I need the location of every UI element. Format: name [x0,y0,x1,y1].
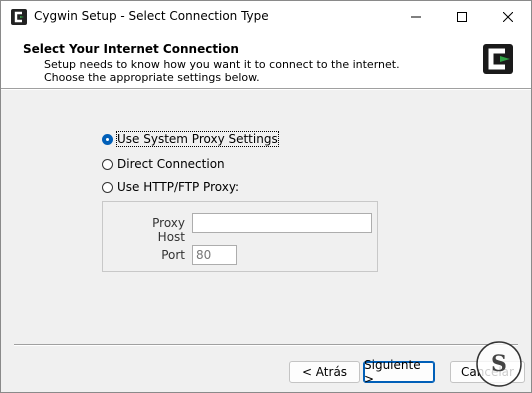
proxy-port-label: Port [161,248,185,262]
radio-system-proxy[interactable]: Use System Proxy Settings [102,131,279,147]
radio-unselected-icon [102,181,113,193]
radio-unselected-icon [102,158,113,170]
proxy-host-label: Proxy Host [152,216,185,244]
proxy-port-input[interactable]: 80 [192,245,237,265]
title-bar: Cygwin Setup - Select Connection Type [1,1,531,33]
close-button[interactable] [485,1,531,33]
window-title: Cygwin Setup - Select Connection Type [34,9,269,23]
cygwin-app-icon [11,9,27,25]
maximize-icon [457,12,467,22]
minimize-icon [411,16,421,18]
site-logo-watermark: S [476,341,522,387]
minimize-button[interactable] [393,1,439,33]
header-description: Setup needs to know how you want it to c… [44,58,400,84]
footer-separator [14,344,518,346]
header-title: Select Your Internet Connection [23,42,239,56]
radio-direct-connection-label: Direct Connection [117,157,225,171]
radio-direct-connection[interactable]: Direct Connection [102,156,225,172]
close-icon [503,12,513,22]
radio-http-ftp-proxy-label: Use HTTP/FTP Proxy: [117,180,240,194]
wizard-header: Select Your Internet Connection Setup ne… [1,33,531,88]
svg-text:S: S [491,351,507,377]
radio-http-ftp-proxy[interactable]: Use HTTP/FTP Proxy: [102,179,239,195]
proxy-host-input[interactable] [192,213,372,233]
proxy-settings-group: Proxy Host Port 80 [102,201,378,272]
next-button[interactable]: Siguiente > [363,358,435,386]
setup-window: Cygwin Setup - Select Connection Type Se… [0,0,532,393]
header-separator [1,88,531,90]
cygwin-logo-icon [483,44,513,74]
maximize-button[interactable] [439,1,485,33]
radio-system-proxy-label: Use System Proxy Settings [116,131,279,147]
back-button[interactable]: < Atrás [289,361,360,383]
radio-selected-icon [102,133,113,145]
